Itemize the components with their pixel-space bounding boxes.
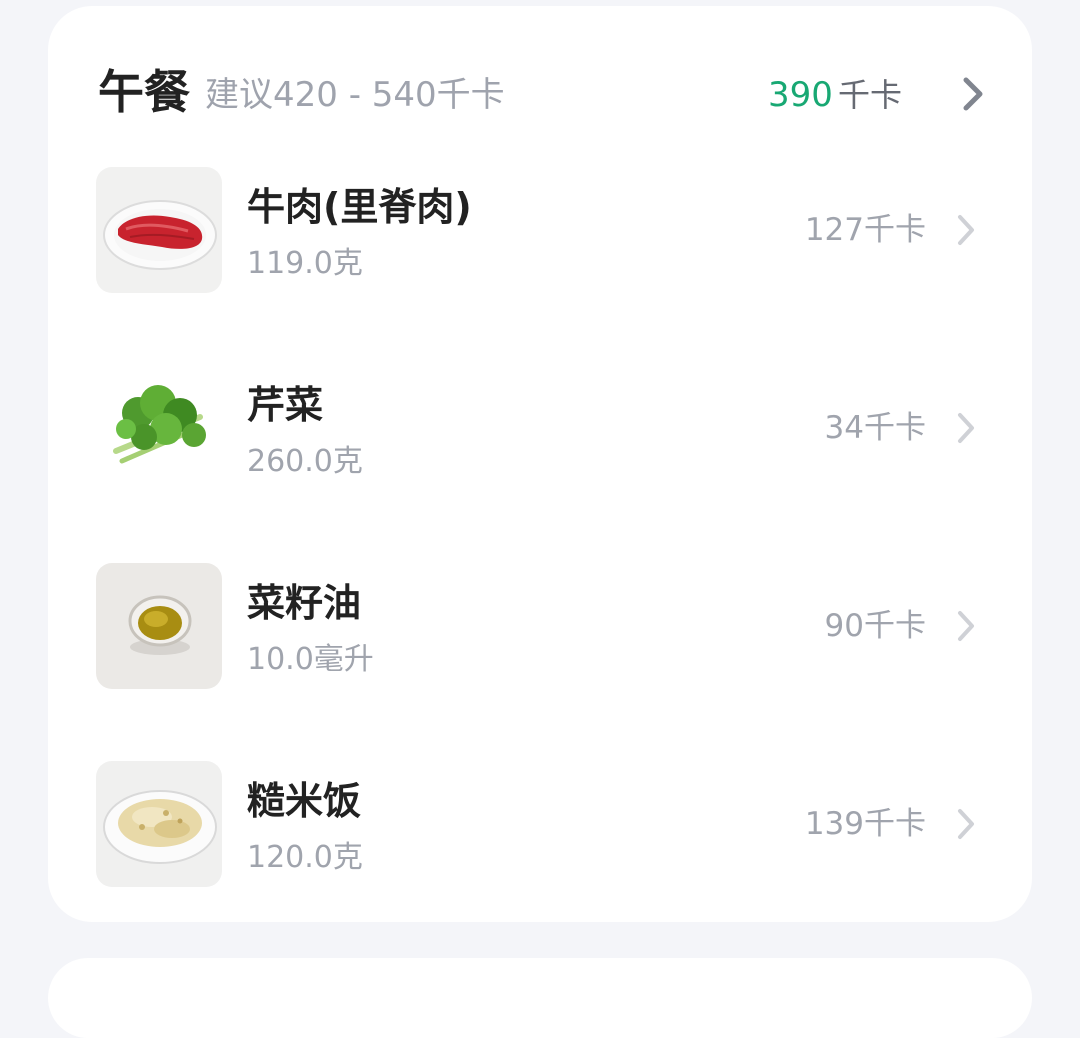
food-name: 芹菜 <box>247 383 324 427</box>
food-item-beef[interactable]: 牛肉(里脊肉) 119.0克 127千卡 <box>48 167 1032 295</box>
food-image-celery <box>96 365 222 491</box>
meal-header[interactable]: 午餐 建议420 - 540千卡 390 千卡 <box>48 58 1032 130</box>
food-kcal: 90千卡 <box>824 608 926 644</box>
meal-title: 午餐 <box>98 65 190 119</box>
food-kcal: 34千卡 <box>824 410 926 446</box>
food-image-rapeseed-oil <box>96 563 222 689</box>
meal-total-kcal: 390 <box>768 75 833 115</box>
chevron-right-icon <box>958 611 974 641</box>
chevron-right-icon <box>958 809 974 839</box>
food-name: 菜籽油 <box>247 581 362 625</box>
meal-calorie-suggestion: 建议420 - 540千卡 <box>205 75 505 115</box>
food-image-brown-rice <box>96 761 222 887</box>
food-item-celery[interactable]: 芹菜 260.0克 34千卡 <box>48 365 1032 493</box>
food-name: 牛肉(里脊肉) <box>247 185 472 229</box>
food-image-beef <box>96 167 222 293</box>
next-meal-card <box>48 958 1032 1038</box>
food-kcal: 139千卡 <box>804 806 926 842</box>
meal-total-unit: 千卡 <box>838 76 903 114</box>
food-amount: 119.0克 <box>247 246 363 281</box>
food-item-brown-rice[interactable]: 糙米饭 120.0克 139千卡 <box>48 761 1032 889</box>
food-amount: 10.0毫升 <box>247 642 374 677</box>
meal-card-lunch: 午餐 建议420 - 540千卡 390 千卡 牛肉(里脊肉) 119.0克 1… <box>48 6 1032 922</box>
chevron-right-icon <box>958 215 974 245</box>
chevron-right-icon <box>958 413 974 443</box>
food-kcal: 127千卡 <box>804 212 926 248</box>
food-item-rapeseed-oil[interactable]: 菜籽油 10.0毫升 90千卡 <box>48 563 1032 691</box>
chevron-right-icon[interactable] <box>958 72 986 116</box>
food-name: 糙米饭 <box>247 779 362 823</box>
food-amount: 120.0克 <box>247 840 363 875</box>
food-amount: 260.0克 <box>247 444 363 479</box>
